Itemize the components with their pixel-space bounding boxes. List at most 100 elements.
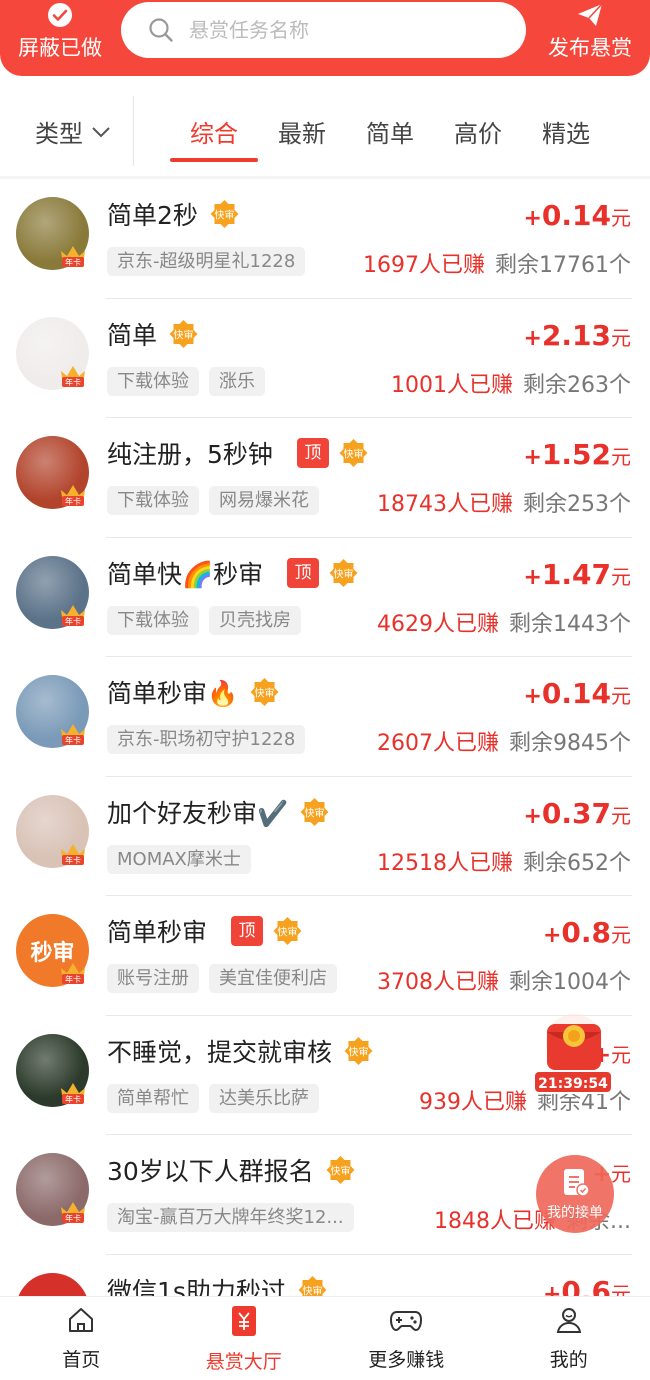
task-price: +0.8元 [542,916,631,949]
nav-more-earn-label: 更多赚钱 [368,1349,445,1371]
active-tab-indicator [170,158,258,162]
reward-hall-icon [231,1306,256,1336]
publish-reward-button[interactable]: 发布悬赏 [544,0,636,76]
search-input[interactable] [189,18,489,42]
task-title-row: 加个好友秒审✔️ 快审 [107,793,331,831]
annual-crown-icon: 年卡 [61,485,85,506]
svg-text:年卡: 年卡 [65,735,81,745]
fast-review-badge: 快审 [342,1036,375,1066]
remaining-count: 剩余652个 [523,850,631,876]
task-item[interactable]: 高佣 年卡 微信1s助力秒过 快审 +0.6元 [0,1255,650,1297]
tab-featured[interactable]: 精选 [542,114,590,149]
fast-review-badge: 快审 [298,797,331,827]
annual-crown-icon: 年卡 [61,843,85,865]
svg-text:年卡: 年卡 [65,974,81,984]
fast-review-badge: 快审 [271,916,304,946]
task-item[interactable]: 秒审 年卡 简单秒审 顶 快审 账号注册 美宜佳便利店 +0.8元 3708人已赚… [0,896,650,1016]
svg-text:年卡: 年卡 [65,616,81,626]
tab-latest[interactable]: 最新 [278,114,326,149]
task-title-row: 简单2秒 快审 [107,195,241,233]
task-stats: 3708人已赚 剩余1004个 [377,964,631,996]
task-title-row: 简单快🌈秒审 顶 快审 [107,554,360,592]
svg-text:快审: 快审 [305,806,325,819]
task-item[interactable]: 年卡 简单快🌈秒审 顶 快审 下载体验 贝壳找房 +1.47元 4629人已赚 剩余… [0,538,650,657]
task-tag: 下载体验 [107,605,199,635]
task-item[interactable]: 年卡 简单 快审 下载体验 涨乐 +2.13元 1001人已赚 剩余263个 [0,299,650,418]
task-title-row: 微信1s助力秒过 快审 [107,1271,329,1297]
task-title-row: 简单秒审🔥 快审 [107,673,281,711]
annual-crown-icon: 年卡 [61,246,85,267]
task-tags: 简单帮忙 达美乐比萨 [107,1083,319,1113]
tab-simple[interactable]: 简单 [366,114,414,149]
earned-count: 939人已赚 [419,1089,527,1115]
nav-home[interactable]: 首页 [0,1297,163,1380]
task-tag: 美宜佳便利店 [209,964,337,993]
price-unit: 元 [611,1162,631,1186]
svg-text:快审: 快审 [255,687,275,700]
search-bar[interactable] [121,2,526,58]
price-unit: 元 [611,1281,631,1297]
clipboard-icon [564,1169,590,1197]
nav-reward-hall[interactable]: 悬赏大厅 [163,1297,326,1380]
hide-done-button[interactable]: 屏蔽已做 [12,0,108,76]
my-orders-button[interactable]: 我的接单 [536,1155,614,1233]
nav-mine[interactable]: 我的 [488,1297,650,1380]
app-header: 屏蔽已做 发布悬赏 [0,0,650,76]
task-price: +1.52元 [523,438,631,471]
task-item[interactable]: 年卡 纯注册，5秒钟 顶 快审 下载体验 网易爆米花 +1.52元 18743人已… [0,418,650,538]
svg-text:快审: 快审 [349,1045,369,1058]
task-stats: 2607人已赚 剩余9845个 [377,725,631,757]
task-title: 不睡觉，提交就审核 [107,1037,333,1067]
user-icon [556,1308,581,1333]
nav-mine-label: 我的 [549,1349,588,1371]
price-unit: 元 [611,445,631,469]
nav-reward-hall-label: 悬赏大厅 [205,1351,282,1373]
task-price: +0.14元 [523,199,631,232]
price-unit: 元 [611,803,631,828]
task-stats: 4629人已赚 剩余1443个 [377,606,631,638]
nav-more-earn[interactable]: 更多赚钱 [325,1297,488,1380]
remaining-count: 剩余9845个 [509,731,631,756]
task-stats: 1001人已赚 剩余263个 [391,367,631,399]
remaining-count: 剩余263个 [523,372,631,398]
type-dropdown[interactable]: 类型 [35,114,111,149]
task-tags: 淘宝-赢百万大牌年终奖12... [107,1203,354,1232]
earned-count: 2607人已赚 [377,731,499,756]
price-value: 1.52 [541,438,611,471]
task-tag: 贝壳找房 [209,605,301,635]
remaining-count: 剩余253个 [523,492,631,517]
task-item[interactable]: 年卡 加个好友秒审✔️ 快审 MOMAX摩米士 +0.37元 12518人已赚剩… [0,777,650,896]
avatar[interactable]: 高佣 [16,1272,89,1296]
search-icon [149,18,173,42]
remaining-count: 剩余1004个 [509,970,631,995]
earned-count: 1001人已赚 [391,372,513,398]
type-label: 类型 [35,120,83,148]
svg-text:年卡: 年卡 [65,855,81,865]
countdown-timer: 21:39:54 [533,1070,613,1094]
task-title-row: 不睡觉，提交就审核 快审 [107,1032,375,1070]
fast-review-badge: 快审 [324,1155,357,1185]
svg-text:快审: 快审 [278,926,298,939]
task-title-row: 简单秒审 顶 快审 [107,912,304,950]
annual-crown-icon: 年卡 [61,724,85,745]
price-value: 0.6 [561,1274,611,1297]
task-tag: 涨乐 [209,366,265,396]
task-tag: MOMAX摩米士 [107,844,251,874]
tab-comprehensive[interactable]: 综合 [190,114,238,149]
avatar-text: 高佣 [16,1272,89,1296]
task-title: 微信1s助力秒过 [107,1276,286,1297]
svg-text:快审: 快审 [330,1165,350,1178]
earned-count: 4629人已赚 [377,611,499,637]
remaining-count: 剩余17761个 [495,253,631,278]
task-list[interactable]: 年卡 简单2秒 快审 京东-超级明星礼1228 +0.14元 1697人已赚 剩余… [0,179,650,1296]
task-item[interactable]: 年卡 简单2秒 快审 京东-超级明星礼1228 +0.14元 1697人已赚 剩余… [0,179,650,299]
task-price: +0.14元 [523,677,631,710]
bottom-nav: 首页 悬赏大厅 更多赚钱 我的 [0,1296,650,1380]
svg-text:年卡: 年卡 [65,1094,81,1104]
price-value: 2.13 [541,318,611,352]
tab-high-price[interactable]: 高价 [454,114,502,149]
task-item[interactable]: 年卡 简单秒审🔥 快审 京东-职场初守护1228 +0.14元 2607人已赚剩… [0,657,650,777]
svg-text:年卡: 年卡 [65,496,81,506]
task-title: 简单快🌈秒审 [107,559,264,589]
task-tag: 账号注册 [107,964,199,993]
